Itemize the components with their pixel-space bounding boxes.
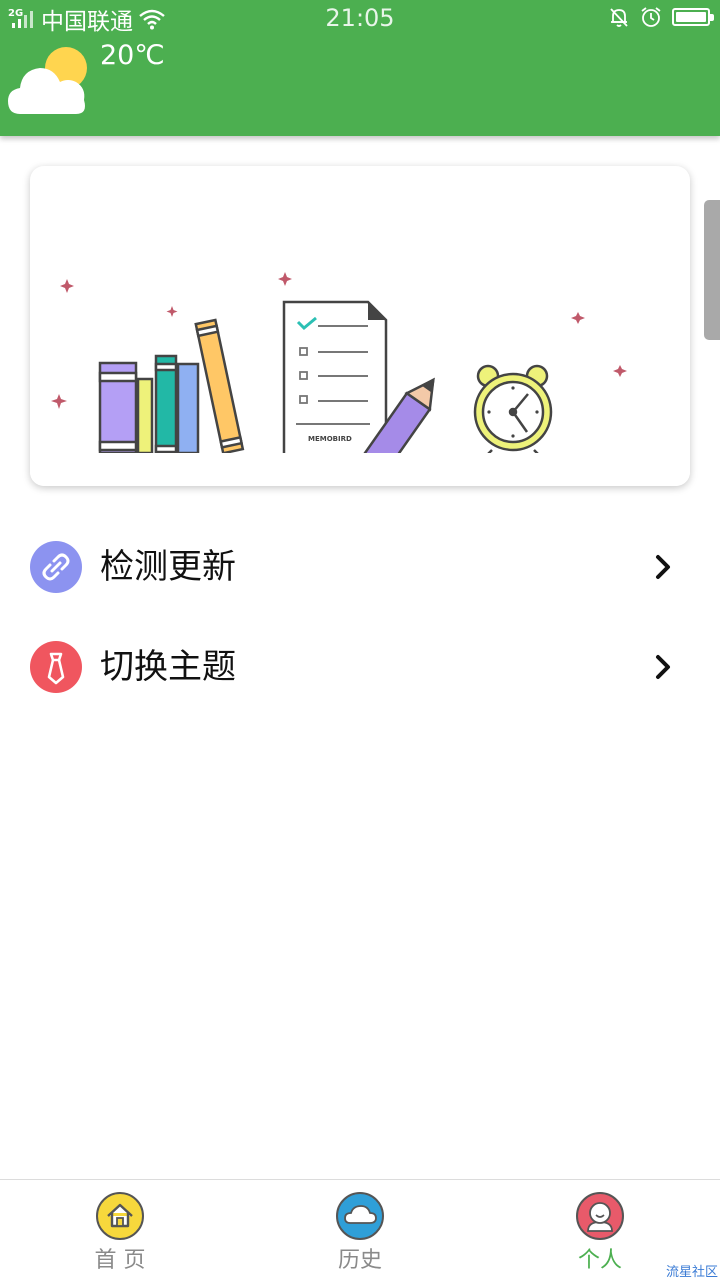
home-icon <box>96 1192 144 1240</box>
nav-history-label: 历史 <box>337 1248 382 1273</box>
switch-theme-row[interactable]: 切换主题 <box>0 621 720 713</box>
partly-cloudy-icon <box>8 47 87 114</box>
check-update-row[interactable]: 检测更新 <box>0 521 720 613</box>
scrollbar[interactable] <box>704 200 720 340</box>
mute-icon <box>610 8 628 27</box>
cloud-icon <box>336 1192 384 1240</box>
nav-home[interactable]: 首 页 <box>0 1180 240 1280</box>
memobird-logo-text: MEMOBIRD <box>308 435 352 443</box>
books-checklist-clock-illustration: MEMOBIRD <box>30 272 690 486</box>
chevron-right-icon <box>656 555 670 579</box>
tie-icon <box>30 641 82 693</box>
alarm-icon <box>641 7 661 27</box>
person-icon <box>576 1192 624 1240</box>
temperature: 20℃ <box>100 40 165 71</box>
banner-card[interactable]: MEMOBIRD <box>30 166 690 486</box>
battery-icon <box>672 8 714 26</box>
nav-history[interactable]: 历史 <box>240 1180 480 1280</box>
nav-home-label: 首 页 <box>94 1248 146 1273</box>
bottom-nav: 首 页 历史 个人 流星社区 <box>0 1179 720 1280</box>
status-bar: 2G 中国联通 21:05 <box>0 0 720 38</box>
link-icon <box>30 541 82 593</box>
app-header: 2G 中国联通 21:05 20℃ <box>0 0 720 136</box>
chevron-right-icon <box>656 655 670 679</box>
watermark: 流星社区 <box>665 1265 718 1280</box>
switch-theme-label: 切换主题 <box>100 647 236 687</box>
check-update-label: 检测更新 <box>100 547 236 587</box>
